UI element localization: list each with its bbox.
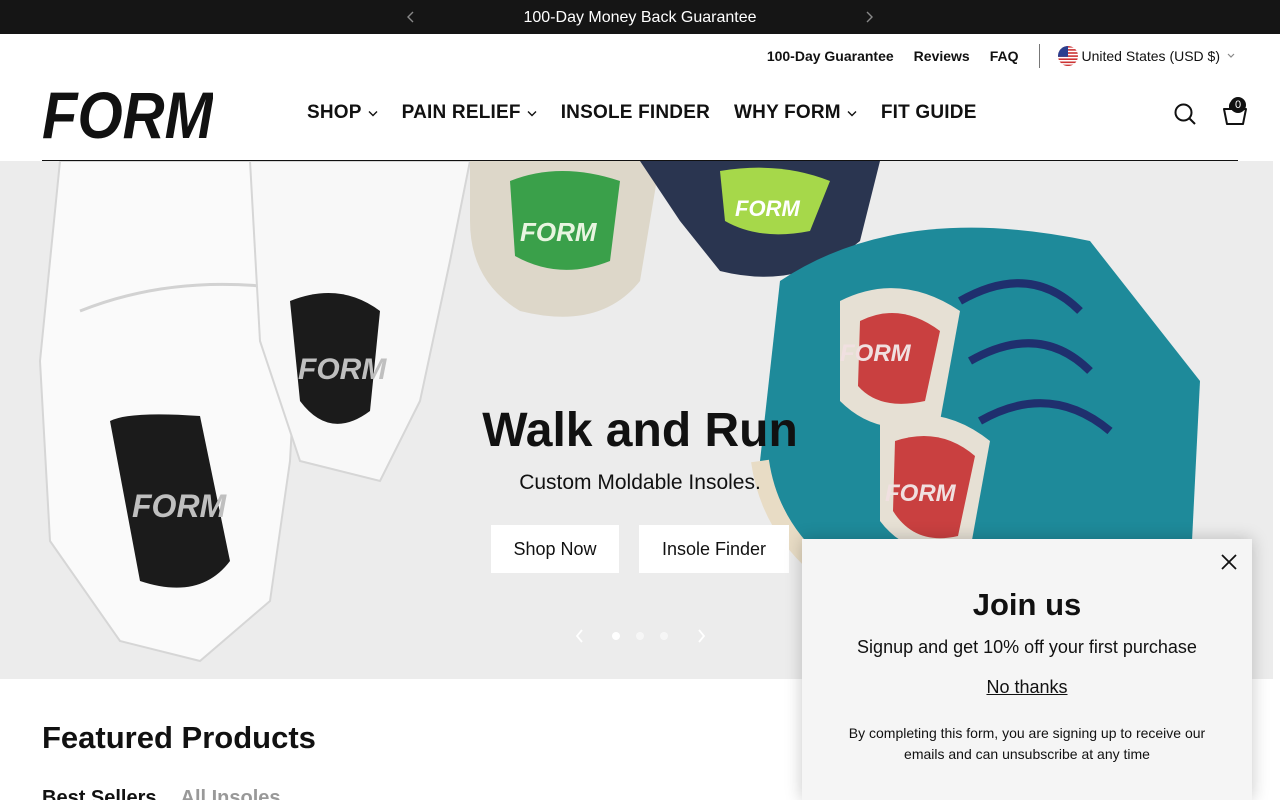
- search-icon[interactable]: [1173, 102, 1197, 126]
- shop-now-button[interactable]: Shop Now: [491, 525, 619, 573]
- chevron-down-icon: [847, 110, 857, 116]
- utility-nav: 100-Day Guarantee Reviews FAQ United Sta…: [747, 44, 1238, 68]
- nav-item-insole-finder[interactable]: INSOLE FINDER: [561, 102, 710, 124]
- chevron-right-icon[interactable]: [860, 8, 878, 26]
- product-tabs: Best Sellers All Insoles: [42, 787, 305, 800]
- slide-dot-1[interactable]: [612, 632, 620, 640]
- utility-link-guarantee[interactable]: 100-Day Guarantee: [767, 48, 894, 64]
- nav-label: SHOP: [307, 102, 362, 123]
- tab-best-sellers[interactable]: Best Sellers: [42, 787, 157, 800]
- insole-label: FORM: [298, 353, 387, 386]
- tab-all-insoles[interactable]: All Insoles: [181, 787, 281, 800]
- section-title: Featured Products: [42, 720, 316, 755]
- popup-fine-print: By completing this form, you are signing…: [848, 725, 1206, 762]
- announcement-message: 100-Day Money Back Guarantee: [523, 9, 757, 26]
- chevron-down-icon: [527, 110, 537, 116]
- hero-subtitle: Custom Moldable Insoles.: [519, 471, 761, 494]
- insole-label: FORM: [520, 217, 598, 247]
- nav-item-shop[interactable]: SHOP: [307, 102, 378, 124]
- slide-dot-2[interactable]: [636, 632, 644, 640]
- announcement-bar: 100-Day Money Back Guarantee: [0, 0, 1280, 34]
- insole-finder-button[interactable]: Insole Finder: [639, 525, 789, 573]
- popup-title: Join us: [972, 587, 1082, 622]
- chevron-down-icon: [368, 110, 378, 116]
- no-thanks-link[interactable]: No thanks: [802, 677, 1252, 698]
- signup-popup: Join us Signup and get 10% off your firs…: [802, 539, 1252, 800]
- nav-item-fit-guide[interactable]: FIT GUIDE: [881, 102, 977, 124]
- insole-label: FORM: [735, 196, 800, 221]
- chevron-right-icon[interactable]: [695, 627, 707, 645]
- site-header: FORM SHOP PAIN RELIEF INSOLE FINDER WHY …: [42, 68, 1247, 161]
- country-selector[interactable]: United States (USD $): [1057, 46, 1239, 66]
- utility-link-faq[interactable]: FAQ: [990, 48, 1019, 64]
- main-nav: SHOP PAIN RELIEF INSOLE FINDER WHY FORM …: [307, 102, 1001, 124]
- close-icon[interactable]: [1220, 553, 1238, 571]
- nav-item-pain-relief[interactable]: PAIN RELIEF: [402, 102, 537, 124]
- chevron-left-icon[interactable]: [574, 627, 586, 645]
- divider: [1038, 44, 1040, 68]
- logo-text: FORM: [42, 84, 213, 142]
- nav-label: WHY FORM: [734, 102, 841, 123]
- nav-item-why-form[interactable]: WHY FORM: [734, 102, 857, 124]
- us-flag-icon: [1057, 46, 1078, 66]
- brand-logo[interactable]: FORM: [42, 84, 213, 142]
- nav-label: INSOLE FINDER: [560, 102, 711, 123]
- hero-title: Walk and Run: [482, 404, 798, 457]
- nav-label: FIT GUIDE: [880, 102, 977, 123]
- slide-dot-3[interactable]: [660, 632, 668, 640]
- nav-label: PAIN RELIEF: [401, 102, 521, 123]
- popup-subtitle: Signup and get 10% off your first purcha…: [857, 637, 1197, 657]
- insole-label: FORM: [840, 340, 912, 367]
- cart-count-badge: 0: [1230, 97, 1246, 113]
- chevron-down-icon: [1227, 53, 1235, 58]
- country-label: United States (USD $): [1081, 48, 1221, 64]
- utility-link-reviews[interactable]: Reviews: [914, 48, 970, 64]
